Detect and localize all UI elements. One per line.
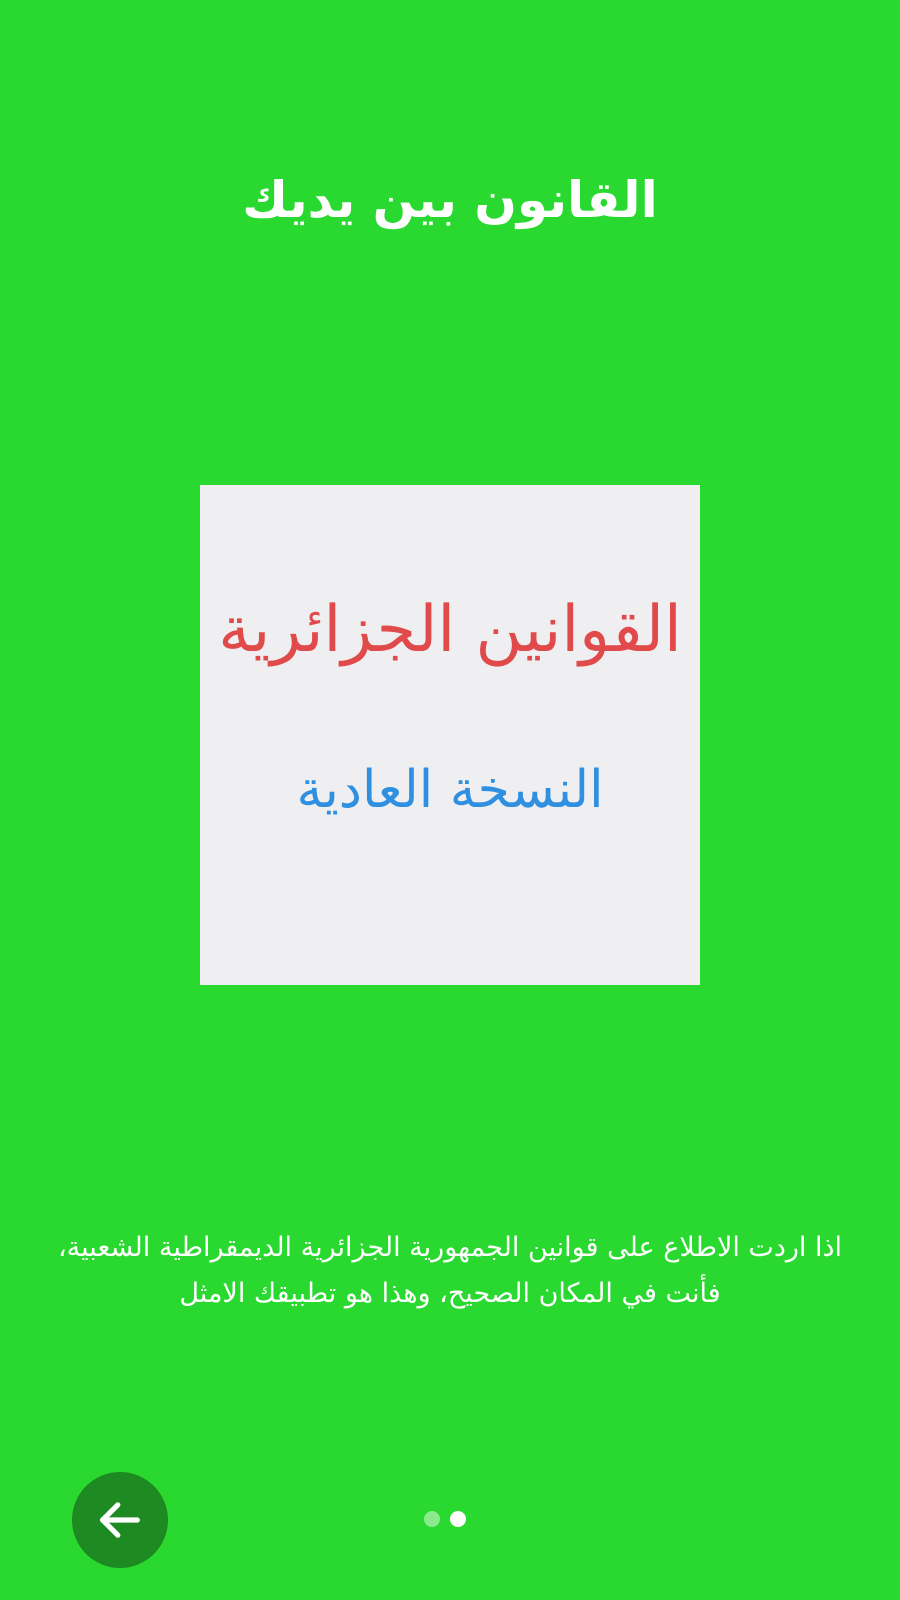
description-line-1: اذا اردت الاطلاع على قوانين الجمهورية ال… [57, 1232, 843, 1263]
page-indicator [424, 1511, 466, 1527]
app-logo-image: القوانين الجزائرية النسخة العادية [200, 485, 700, 985]
page-dot-1[interactable] [424, 1511, 440, 1527]
slide-description: اذا اردت الاطلاع على قوانين الجمهورية ال… [30, 1225, 870, 1317]
back-button[interactable] [72, 1472, 168, 1568]
page-dot-2-active[interactable] [450, 1511, 466, 1527]
slide-title: القانون بين يديك [242, 171, 658, 229]
arrow-left-icon [100, 1502, 140, 1538]
description-line-2: فأنت في المكان الصحيح، وهذا هو تطبيقك ال… [179, 1278, 721, 1309]
logo-title-text: القوانين الجزائرية [218, 593, 682, 667]
logo-subtitle-text: النسخة العادية [296, 760, 604, 820]
